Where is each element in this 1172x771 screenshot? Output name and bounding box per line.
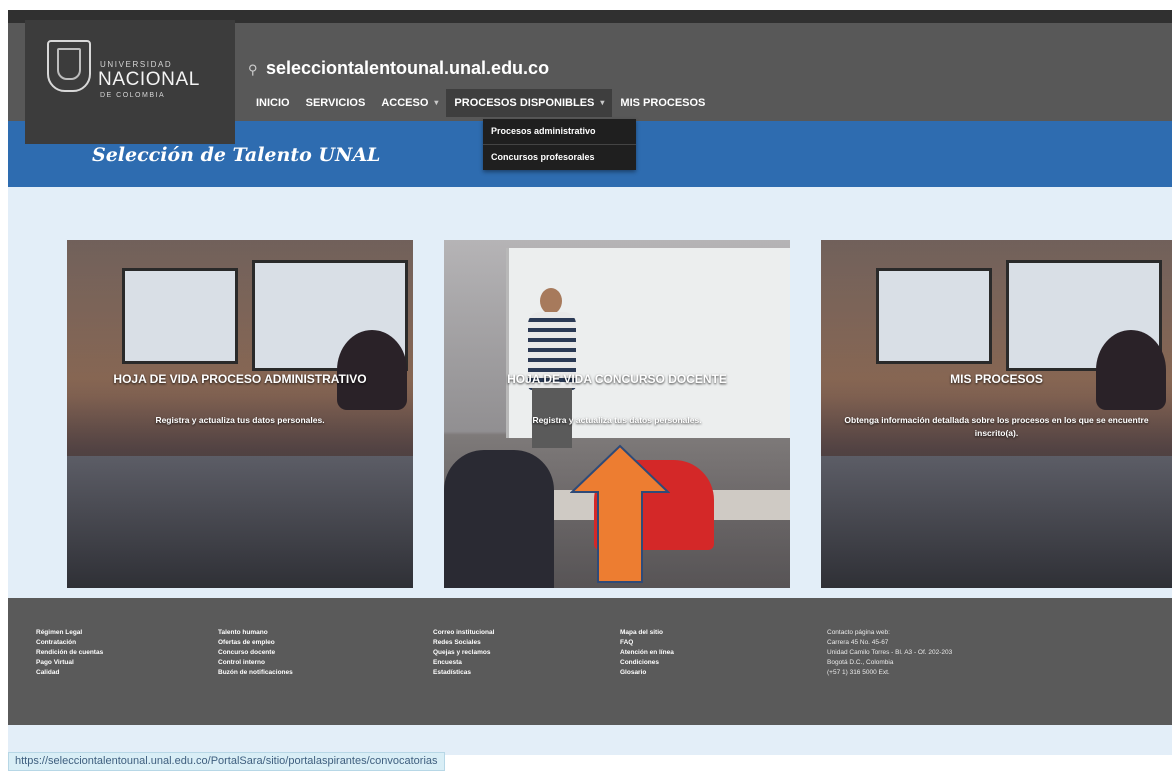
teacher-figure: [540, 288, 562, 314]
nav-acceso[interactable]: ACCESO ▾: [373, 89, 446, 117]
footer-contact-line: Unidad Camilo Torres - Bl. A3 - Of. 202-…: [827, 649, 953, 656]
footer-link[interactable]: Estadísticas: [433, 668, 494, 678]
menu-item-concursos-profesorales[interactable]: Concursos profesorales: [483, 144, 636, 170]
footer-link[interactable]: Correo institucional: [433, 628, 494, 638]
site-domain: ⚲ seleccion­talentounal.unal.edu.co: [248, 58, 549, 79]
footer-link[interactable]: Glosario: [620, 668, 674, 678]
nav-servicios-label: SERVICIOS: [305, 97, 366, 109]
footer-link[interactable]: FAQ: [620, 638, 674, 648]
procesos-dropdown-menu: Procesos administrativo Concursos profes…: [483, 119, 636, 170]
footer-link[interactable]: Buzón de notificaciones: [218, 668, 293, 678]
nav-acceso-label: ACCESO: [381, 97, 429, 109]
footer-link[interactable]: Talento humano: [218, 628, 293, 638]
footer-col-1: Régimen Legal Contratación Rendición de …: [36, 628, 103, 678]
up-arrow-annotation-icon: [570, 444, 670, 583]
footer-link[interactable]: Atención en línea: [620, 648, 674, 658]
footer-link[interactable]: Concurso docente: [218, 648, 293, 658]
desk: [821, 455, 1172, 588]
footer-link[interactable]: Régimen Legal: [36, 628, 103, 638]
nav-servicios[interactable]: SERVICIOS: [298, 89, 374, 117]
chevron-down-icon: ▾: [600, 98, 605, 107]
nav-procesos-disponibles-label: PROCESOS DISPONIBLES: [454, 97, 595, 109]
card-mis-procesos[interactable]: MIS PROCESOS Obtenga información detalla…: [821, 240, 1172, 588]
site-domain-text: seleccion­talentounal.unal.edu.co: [266, 58, 550, 78]
nav-inicio[interactable]: INICIO: [248, 89, 298, 117]
student-figure: [337, 330, 407, 410]
footer-contact-line: Bogotá D.C., Colombia: [827, 659, 894, 666]
footer-col-3: Correo institucional Redes Sociales Quej…: [433, 628, 494, 678]
card-description: Registra y actualiza tus datos personale…: [532, 415, 702, 425]
card-title: HOJA DE VIDA CONCURSO DOCENTE: [507, 372, 727, 386]
card-description: Registra y actualiza tus datos personale…: [155, 415, 325, 425]
nav-mis-procesos-label: MIS PROCESOS: [620, 97, 706, 109]
footer-link[interactable]: Rendición de cuentas: [36, 648, 103, 658]
seal-icon: [47, 40, 91, 92]
student-figure: [444, 450, 554, 588]
student-figure: [1096, 330, 1166, 410]
footer-link[interactable]: Pago Virtual: [36, 658, 103, 668]
footer-link[interactable]: Contratación: [36, 638, 103, 648]
footer-link[interactable]: Ofertas de empleo: [218, 638, 293, 648]
footer-link[interactable]: Control interno: [218, 658, 293, 668]
chevron-down-icon: ▾: [434, 98, 439, 107]
footer-link[interactable]: Mapa del sitio: [620, 628, 674, 638]
logo-line-1: UNIVERSIDAD: [100, 60, 173, 69]
status-bar-url: https://selecciontalentounal.unal.edu.co…: [8, 752, 445, 771]
card-title: MIS PROCESOS: [950, 372, 1043, 386]
card-title: HOJA DE VIDA PROCESO ADMINISTRATIVO: [113, 372, 367, 386]
footer-link[interactable]: Quejas y reclamos: [433, 648, 494, 658]
location-pin-icon: ⚲: [248, 62, 258, 77]
footer-link[interactable]: Redes Sociales: [433, 638, 494, 648]
footer-link[interactable]: Encuesta: [433, 658, 494, 668]
footer-col-2: Talento humano Ofertas de empleo Concurs…: [218, 628, 293, 678]
projector-screen: [122, 268, 238, 364]
page-title: Selección de Talento UNAL: [92, 144, 381, 166]
footer-contact-line: Carrera 45 No. 45-67: [827, 639, 889, 646]
footer-contact-line: Contacto página web:: [827, 629, 890, 636]
logo-line-2: NACIONAL: [98, 69, 200, 90]
footer-contact: Contacto página web: Carrera 45 No. 45-6…: [827, 628, 952, 678]
menu-item-procesos-administrativo[interactable]: Procesos administrativo: [483, 119, 636, 144]
nav-inicio-label: INICIO: [256, 97, 290, 109]
nav-procesos-disponibles[interactable]: PROCESOS DISPONIBLES ▾: [446, 89, 613, 117]
main-nav: INICIO SERVICIOS ACCESO ▾ PROCESOS DISPON…: [248, 89, 713, 117]
projector-screen: [876, 268, 992, 364]
nav-mis-procesos[interactable]: MIS PROCESOS: [612, 89, 713, 117]
site-footer: [8, 598, 1172, 725]
university-logo[interactable]: UNIVERSIDAD NACIONAL DE COLOMBIA: [25, 20, 235, 144]
card-proceso-administrativo[interactable]: HOJA DE VIDA PROCESO ADMINISTRATIVO Regi…: [67, 240, 413, 588]
footer-link[interactable]: Condiciones: [620, 658, 674, 668]
logo-line-3: DE COLOMBIA: [100, 92, 166, 99]
card-description: Obtenga información detallada sobre los …: [844, 415, 1149, 438]
footer-contact-line: (+57 1) 316 5000 Ext.: [827, 669, 890, 676]
footer-col-4: Mapa del sitio FAQ Atención en línea Con…: [620, 628, 674, 678]
footer-link[interactable]: Calidad: [36, 668, 103, 678]
desk: [67, 455, 413, 588]
